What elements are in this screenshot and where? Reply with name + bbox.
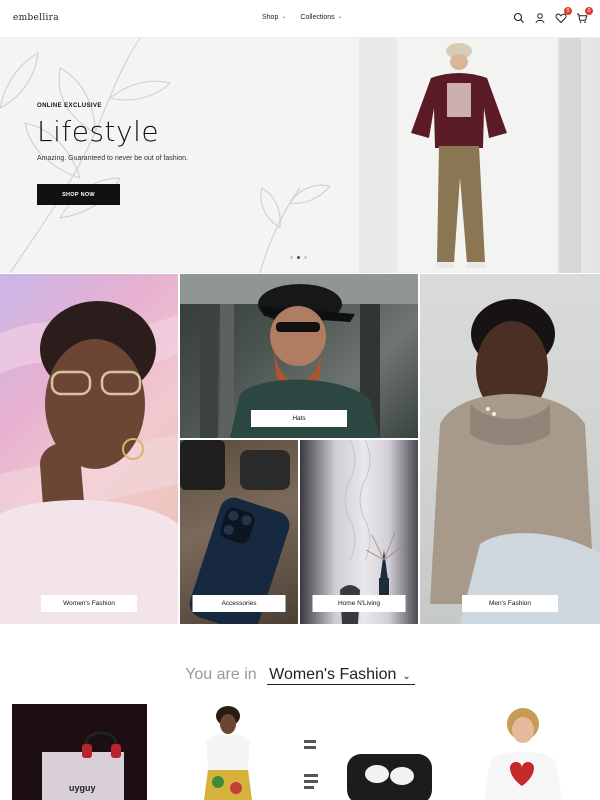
hero-text: ONLINE EXCLUSIVE Lifestyle Amazing. Guar… [37,103,188,162]
hero-subtitle: Amazing. Guaranteed to never be out of f… [37,155,188,162]
slider-dot-2[interactable] [297,256,300,259]
accessories-label[interactable]: Accessories [192,595,286,612]
hats-label[interactable]: Hats [251,410,347,427]
hero-model-figure [397,38,581,273]
mens-fashion-image [430,299,600,624]
chevron-down-icon: ⌄ [281,14,287,20]
category-tile-womens-fashion[interactable]: Women's Fashion [0,274,178,624]
heart-icon[interactable]: 0 [555,7,572,24]
slider-dot-3[interactable] [304,256,307,259]
nav-shop-label: Shop [262,14,279,21]
hero-eyebrow: ONLINE EXCLUSIVE [37,103,102,109]
nav-collections-label: Collections [300,14,335,21]
site-logo[interactable]: embellira [13,13,59,23]
product-card-4[interactable] [478,704,568,800]
you-are-in-prefix: You are in [185,666,257,683]
user-icon[interactable] [534,11,546,24]
mens-fashion-label[interactable]: Men's Fashion [462,595,558,612]
nav-shop[interactable]: Shop ⌄ [262,14,286,21]
you-are-in-selector: You are in Women's Fashion ⌄ [0,666,600,685]
nav-collections[interactable]: Collections ⌄ [300,14,342,21]
product-1-print-text: uyguy [69,783,96,793]
chevron-down-icon: ⌄ [402,671,411,682]
main-nav: Shop ⌄ Collections ⌄ [262,14,343,21]
product-image-2 [204,706,252,800]
site-header: embellira Shop ⌄ Collections ⌄ 0 0 [0,0,600,38]
slider-dot-1[interactable] [290,256,293,259]
category-dropdown-value: Women's Fashion [269,666,397,683]
womens-fashion-label[interactable]: Women's Fashion [41,595,137,612]
product-card-2[interactable] [190,704,265,800]
header-actions: 0 0 [513,7,593,24]
search-icon[interactable] [513,11,525,23]
category-tile-hats[interactable]: Hats [180,274,418,438]
home-n-living-label[interactable]: Home N'Living [312,595,406,612]
cart-count-badge: 0 [585,7,593,15]
chevron-down-icon: ⌄ [337,14,343,20]
wishlist-count-badge: 0 [564,7,572,15]
category-dropdown[interactable]: Women's Fashion ⌄ [267,666,415,685]
hero-title: Lifestyle [37,115,160,148]
shop-now-button[interactable]: SHOP NOW [37,184,120,205]
category-tile-accessories[interactable]: Accessories [180,440,298,624]
hero-slider-dots [290,256,307,259]
product-card-1[interactable]: uyguy [12,704,147,800]
cart-icon[interactable]: 0 [576,7,593,23]
hero-banner: ONLINE EXCLUSIVE Lifestyle Amazing. Guar… [0,38,600,273]
category-tile-home-n-living[interactable]: Home N'Living [300,440,418,624]
product-image-4 [484,708,562,800]
hero-model-image [359,38,600,273]
category-tile-mens-fashion[interactable]: Men's Fashion [420,274,600,624]
product-image-3 [302,714,432,800]
product-card-3[interactable] [302,704,432,800]
womens-fashion-image [0,301,178,624]
